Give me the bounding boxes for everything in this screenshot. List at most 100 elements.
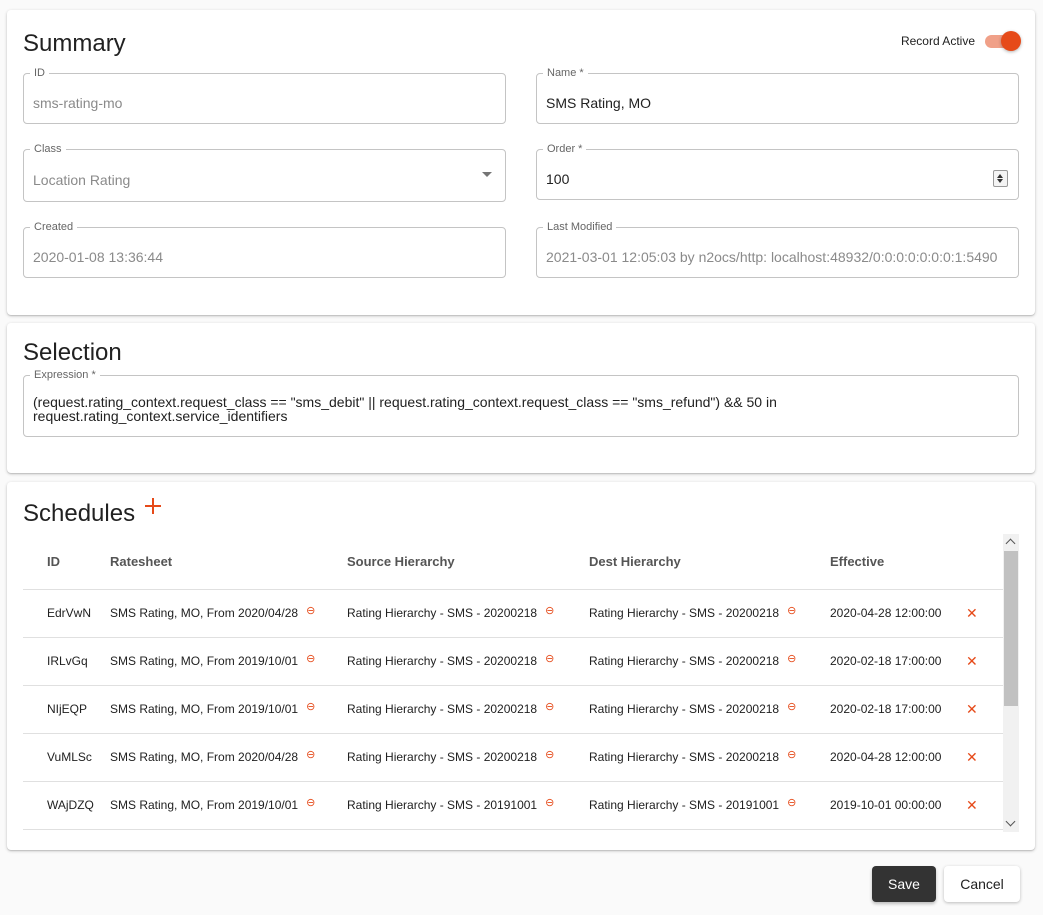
stepper-down-icon[interactable] [997, 179, 1003, 183]
cell-dest-text: Rating Hierarchy - SMS - 20200218 [589, 702, 780, 716]
close-icon[interactable]: ✕ [966, 749, 978, 765]
table-row[interactable]: WAjDZQ SMS Rating, MO, From 2019/10/01 ⊖ … [23, 781, 1003, 830]
name-field[interactable]: Name * SMS Rating, MO [536, 67, 1019, 124]
link-icon[interactable]: ⊖ [545, 652, 554, 665]
cell-source-text: Rating Hierarchy - SMS - 20200218 [347, 702, 538, 716]
cell-dest: Rating Hierarchy - SMS - 20200218 ⊖ [589, 637, 830, 686]
cell-actions: ✕ [966, 589, 1003, 638]
link-icon[interactable]: ⊖ [787, 748, 796, 761]
cell-ratesheet: SMS Rating, MO, From 2019/10/01 ⊖ [110, 685, 347, 734]
table-scrollbar[interactable] [1003, 534, 1019, 832]
column-header-source-hierarchy[interactable]: Source Hierarchy [347, 534, 589, 590]
link-icon[interactable]: ⊖ [545, 748, 554, 761]
close-icon[interactable]: ✕ [966, 797, 978, 813]
link-icon[interactable]: ⊖ [306, 748, 315, 761]
cell-dest: Rating Hierarchy - SMS - 20200218 ⊖ [589, 589, 830, 638]
add-schedule-icon[interactable] [144, 497, 162, 515]
dropdown-arrow-icon[interactable] [482, 172, 492, 177]
schedules-title: Schedules [23, 500, 136, 527]
class-select-label: Class [30, 143, 66, 156]
table-row[interactable]: EdrVwN SMS Rating, MO, From 2020/04/28 ⊖ … [23, 589, 1003, 638]
column-header-actions [966, 534, 1003, 590]
cell-effective: 2020-04-28 12:00:00 [830, 733, 966, 782]
cell-dest: Rating Hierarchy - SMS - 20200218 ⊖ [589, 685, 830, 734]
table-row[interactable]: IRLvGq SMS Rating, MO, From 2019/10/01 ⊖ … [23, 637, 1003, 686]
expression-field-label: Expression * [30, 369, 100, 382]
link-icon[interactable]: ⊖ [545, 700, 554, 713]
link-icon[interactable]: ⊖ [306, 700, 315, 713]
order-field-label: Order * [543, 143, 587, 156]
cell-source: Rating Hierarchy - SMS - 20191001 ⊖ [347, 781, 589, 830]
created-field-label: Created [30, 221, 78, 234]
created-field: Created 2020-01-08 13:36:44 [23, 221, 506, 278]
record-active-toggle[interactable]: Record Active [900, 31, 1021, 51]
cancel-button[interactable]: Cancel [944, 866, 1020, 902]
cell-dest-text: Rating Hierarchy - SMS - 20200218 [589, 654, 780, 668]
class-select[interactable]: Class Location Rating [23, 143, 506, 202]
record-active-switch[interactable] [983, 31, 1021, 51]
cell-source: Rating Hierarchy - SMS - 20200218 ⊖ [347, 637, 589, 686]
scroll-up-icon[interactable] [1005, 538, 1016, 549]
close-icon[interactable]: ✕ [966, 605, 978, 621]
link-icon[interactable]: ⊖ [306, 652, 315, 665]
link-icon[interactable]: ⊖ [787, 700, 796, 713]
cell-ratesheet-text: SMS Rating, MO, From 2019/10/01 [110, 654, 299, 668]
cell-id: WAjDZQ [23, 781, 110, 830]
cell-id: EdrVwN [23, 589, 110, 638]
column-header-ratesheet[interactable]: Ratesheet [110, 534, 347, 590]
cell-ratesheet-text: SMS Rating, MO, From 2019/10/01 [110, 702, 299, 716]
cell-ratesheet: SMS Rating, MO, From 2019/10/01 ⊖ [110, 637, 347, 686]
cell-actions: ✕ [966, 781, 1003, 830]
table-row[interactable]: NIjEQP SMS Rating, MO, From 2019/10/01 ⊖ … [23, 685, 1003, 734]
cell-dest: Rating Hierarchy - SMS - 20200218 ⊖ [589, 733, 830, 782]
schedules-table: ID Ratesheet Source Hierarchy Dest Hiera… [23, 534, 1019, 832]
scrollbar-thumb[interactable] [1004, 551, 1018, 706]
last-modified-field-label: Last Modified [543, 221, 617, 234]
link-icon[interactable]: ⊖ [545, 796, 554, 809]
table-row[interactable]: VuMLSc SMS Rating, MO, From 2020/04/28 ⊖ … [23, 733, 1003, 782]
link-icon[interactable]: ⊖ [306, 604, 315, 617]
cell-ratesheet: SMS Rating, MO, From 2020/04/28 ⊖ [110, 589, 347, 638]
created-field-value: 2020-01-08 13:36:44 [33, 249, 163, 265]
expression-value[interactable]: (request.rating_context.request_class ==… [33, 395, 818, 423]
class-select-value[interactable]: Location Rating [33, 172, 130, 188]
id-field-value: sms-rating-mo [33, 95, 123, 111]
column-header-id[interactable]: ID [23, 534, 110, 590]
cell-source-text: Rating Hierarchy - SMS - 20200218 [347, 750, 538, 764]
close-icon[interactable]: ✕ [966, 653, 978, 669]
close-icon[interactable]: ✕ [966, 701, 978, 717]
schedules-card: Schedules ID Ratesheet Source Hierarchy … [7, 482, 1035, 850]
summary-title: Summary [23, 30, 126, 57]
save-button[interactable]: Save [872, 866, 936, 902]
column-header-effective[interactable]: Effective [830, 534, 966, 590]
cell-source: Rating Hierarchy - SMS - 20200218 ⊖ [347, 733, 589, 782]
link-icon[interactable]: ⊖ [787, 652, 796, 665]
order-field-value[interactable]: 100 [546, 171, 569, 187]
name-field-value[interactable]: SMS Rating, MO [546, 95, 651, 111]
order-field[interactable]: Order * 100 [536, 143, 1019, 200]
scroll-down-icon[interactable] [1005, 816, 1016, 827]
cell-source-text: Rating Hierarchy - SMS - 20191001 [347, 798, 538, 812]
column-header-dest-hierarchy[interactable]: Dest Hierarchy [589, 534, 830, 590]
record-active-label: Record Active [900, 34, 975, 48]
table-header-row: ID Ratesheet Source Hierarchy Dest Hiera… [23, 534, 1003, 590]
number-stepper[interactable] [993, 170, 1008, 187]
cell-effective: 2020-02-18 17:00:00 [830, 685, 966, 734]
cell-source: Rating Hierarchy - SMS - 20200218 ⊖ [347, 685, 589, 734]
cell-ratesheet-text: SMS Rating, MO, From 2020/04/28 [110, 606, 299, 620]
link-icon[interactable]: ⊖ [306, 796, 315, 809]
cell-effective: 2020-04-28 12:00:00 [830, 589, 966, 638]
link-icon[interactable]: ⊖ [787, 796, 796, 809]
stepper-up-icon[interactable] [997, 174, 1003, 178]
link-icon[interactable]: ⊖ [545, 604, 554, 617]
cell-ratesheet: SMS Rating, MO, From 2020/04/28 ⊖ [110, 733, 347, 782]
cell-ratesheet-text: SMS Rating, MO, From 2019/10/01 [110, 798, 299, 812]
cell-source-text: Rating Hierarchy - SMS - 20200218 [347, 654, 538, 668]
toggle-thumb[interactable] [1001, 31, 1021, 51]
expression-field[interactable]: Expression * (request.rating_context.req… [23, 369, 1019, 437]
id-field: ID sms-rating-mo [23, 67, 506, 124]
selection-card: Selection Expression * (request.rating_c… [7, 323, 1035, 473]
link-icon[interactable]: ⊖ [787, 604, 796, 617]
cell-dest-text: Rating Hierarchy - SMS - 20200218 [589, 750, 780, 764]
cell-id: NIjEQP [23, 685, 110, 734]
